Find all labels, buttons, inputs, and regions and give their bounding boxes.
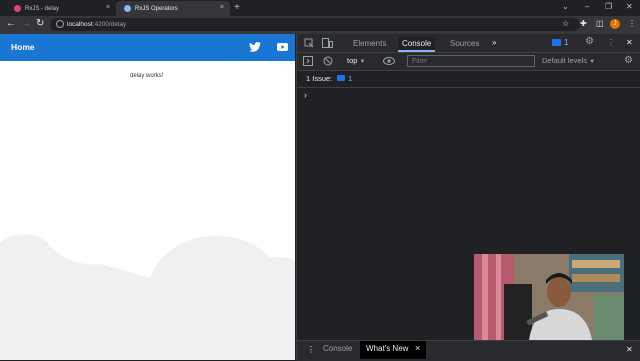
browser-menu-icon[interactable]: ⋮ [628,18,636,30]
dropdown-arrow-icon: ▼ [359,59,366,65]
filter-input[interactable] [407,55,535,67]
webcam-overlay [474,254,624,340]
minimize-button[interactable]: – [585,2,589,11]
restore-button[interactable]: ❐ [605,2,612,11]
devtools-menu-icon[interactable]: ⋮ [607,37,615,49]
sidebar-toggle-icon[interactable] [303,56,313,66]
profile-avatar[interactable]: J [610,19,620,29]
drawer-tab-label: What's New [366,344,409,353]
side-panel-icon[interactable]: ◫ [596,18,604,30]
issues-badge-count[interactable]: 1 [564,37,568,49]
drawer-tab-console[interactable]: Console [323,344,352,353]
devtools-close-icon[interactable]: ✕ [626,37,633,49]
console-prompt[interactable]: › [304,90,307,100]
delay-works-message: delay works! [130,73,164,79]
tab-close-icon[interactable]: × [220,4,224,11]
tab-console[interactable]: Console [398,37,436,52]
cloud-decoration [0,234,295,360]
back-button[interactable]: ← [6,17,16,31]
device-toolbar-icon[interactable] [322,38,333,48]
globe-favicon-icon [124,5,131,12]
reload-button[interactable]: ↻ [36,17,44,31]
browser-tab-delay[interactable]: RxJS - delay × [6,1,116,16]
settings-gear-icon[interactable]: ⚙ [585,36,594,48]
window-close-button[interactable]: ✕ [626,2,633,11]
issues-label[interactable]: 1 Issue: [306,74,332,83]
forward-button[interactable]: → [21,17,31,31]
issue-message-icon[interactable] [337,75,345,81]
youtube-icon[interactable] [277,43,288,51]
site-info-icon[interactable] [56,20,64,28]
inspect-element-icon[interactable] [304,38,314,48]
new-tab-button[interactable]: + [234,2,240,14]
address-bar[interactable] [50,18,580,31]
web-page: Home delay works! [0,34,295,360]
twitter-icon[interactable] [249,42,261,52]
console-settings-gear-icon[interactable]: ⚙ [624,55,633,67]
angular-favicon-icon [14,5,21,12]
bookmark-star-icon[interactable]: ☆ [562,18,569,30]
browser-tab-rxjs-operators[interactable]: RxJS Operators × [116,1,230,16]
clear-console-icon[interactable] [323,56,333,66]
tab-search-icon[interactable]: ⌄ [562,2,569,11]
drawer-tab-close-icon[interactable]: × [415,343,420,353]
drawer-menu-icon[interactable]: ⋮ [307,344,315,356]
log-levels-dropdown[interactable]: Default levels ▼ [542,56,595,65]
tab-close-icon[interactable]: × [106,4,110,11]
tab-title: RxJS Operators [135,5,178,12]
live-expression-eye-icon[interactable] [383,57,395,65]
more-tabs-button[interactable]: » [492,37,496,49]
tab-title: RxJS - delay [25,5,60,12]
issues-badge-icon[interactable] [552,39,561,46]
drawer-close-icon[interactable]: ✕ [626,344,633,356]
home-link[interactable]: Home [11,42,35,52]
issues-count[interactable]: 1 [348,74,352,83]
extensions-icon[interactable]: ✚ [580,18,587,30]
dropdown-arrow-icon: ▼ [589,59,596,65]
drawer-tab-whats-new[interactable]: What's New × [360,341,426,359]
tab-sources[interactable]: Sources [446,37,483,50]
url-text[interactable]: localhost:4200/delay [67,19,126,30]
context-selector[interactable]: top ▼ [347,56,365,65]
tab-elements[interactable]: Elements [349,37,390,50]
webcam-person-image [474,254,624,340]
